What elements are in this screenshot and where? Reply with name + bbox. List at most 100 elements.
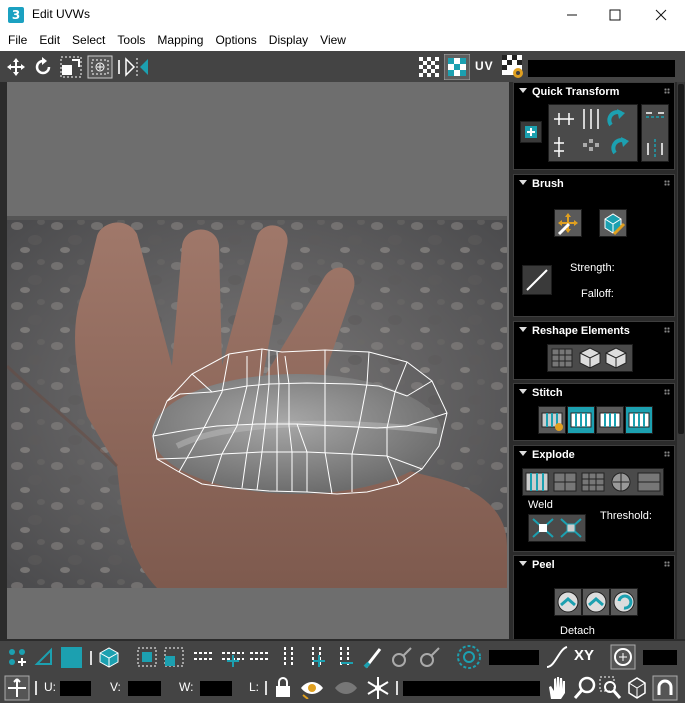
stitch-to-target-button[interactable] <box>567 406 595 434</box>
absolute-offset-icon[interactable] <box>4 675 30 701</box>
uv-space-dropdown[interactable] <box>528 60 675 77</box>
close-icon <box>655 9 667 21</box>
grow-selection-icon[interactable] <box>135 645 159 669</box>
checker-toggle-icon[interactable] <box>444 54 470 80</box>
grip-icon[interactable] <box>664 451 670 457</box>
peel-mode-button[interactable] <box>582 588 610 616</box>
edge-loop-shrink-icon[interactable] <box>248 649 272 665</box>
rollout-title: Quick Transform <box>532 86 620 98</box>
soft-selection-icon[interactable] <box>456 644 482 670</box>
grip-icon[interactable] <box>664 389 670 395</box>
u-field[interactable] <box>60 681 91 696</box>
align-to-center-button[interactable] <box>520 121 542 143</box>
menu-options[interactable]: Options <box>209 30 262 51</box>
falloff-curve-button[interactable] <box>522 265 552 295</box>
scale-icon[interactable] <box>59 55 83 79</box>
toolbar-divider <box>90 651 92 665</box>
menu-display[interactable]: Display <box>263 30 314 51</box>
close-button[interactable] <box>638 0 684 30</box>
edge-loop-icon[interactable] <box>192 649 216 665</box>
edge-ring-shrink-icon[interactable] <box>336 645 358 669</box>
bottom-toolbar-coordinates: U: V: W: L: <box>0 672 685 703</box>
edge-distance-field[interactable] <box>643 650 677 665</box>
texture-settings-icon[interactable] <box>501 54 525 80</box>
minimize-button[interactable] <box>549 0 595 30</box>
stitch-to-source-button[interactable] <box>625 406 653 434</box>
w-field[interactable] <box>200 681 232 696</box>
menu-file[interactable]: File <box>0 30 33 51</box>
relax-brush-button[interactable] <box>599 209 627 237</box>
v-field[interactable] <box>128 681 161 696</box>
checker-icon[interactable] <box>417 55 441 79</box>
freeform-icon[interactable] <box>87 55 113 79</box>
stitch-gear-icon <box>541 412 563 431</box>
falloff-type-icon[interactable] <box>545 645 569 669</box>
grip-icon[interactable] <box>664 180 670 186</box>
menu-bar: File Edit Select Tools Mapping Options D… <box>0 30 685 51</box>
zoom-region-icon[interactable] <box>598 675 622 701</box>
freeze-icon[interactable] <box>365 675 391 701</box>
grip-icon[interactable] <box>664 88 670 94</box>
edge-loop-grow-icon[interactable] <box>220 645 246 669</box>
limit-soft-selection-icon[interactable] <box>610 644 636 670</box>
collapse-arrow-icon[interactable] <box>519 561 527 566</box>
reshape-button-group <box>547 344 633 372</box>
element-select-icon[interactable] <box>97 645 121 669</box>
paint-grow-icon[interactable] <box>390 645 414 669</box>
reset-peel-button[interactable] <box>610 588 638 616</box>
grip-icon[interactable] <box>664 327 670 333</box>
menu-select[interactable]: Select <box>66 30 111 51</box>
maximize-icon <box>609 9 621 21</box>
zoom-icon[interactable] <box>572 675 598 701</box>
collapse-arrow-icon[interactable] <box>519 451 527 456</box>
paint-shrink-icon[interactable] <box>418 645 442 669</box>
stitch-custom-button[interactable] <box>538 406 566 434</box>
weld-label: Weld <box>528 499 553 511</box>
soft-selection-value[interactable] <box>489 650 539 665</box>
hide-eye-icon[interactable] <box>299 677 325 699</box>
shrink-selection-icon[interactable] <box>162 645 186 669</box>
rollout-title: Stitch <box>532 387 563 399</box>
vertex-select-icon[interactable] <box>4 644 30 670</box>
edge-ring-grow-icon[interactable] <box>308 645 330 669</box>
collapse-arrow-icon[interactable] <box>519 389 527 394</box>
show-eye-icon[interactable] <box>333 677 359 699</box>
collapse-arrow-icon[interactable] <box>519 327 527 332</box>
menu-edit[interactable]: Edit <box>33 30 66 51</box>
lock-icon[interactable] <box>273 676 293 700</box>
rotate-icon[interactable] <box>32 56 54 78</box>
polygon-select-icon[interactable] <box>61 647 82 668</box>
move-icon[interactable] <box>5 56 27 78</box>
scrollbar-thumb[interactable] <box>678 84 684 434</box>
zoom-extents-icon[interactable] <box>625 675 649 701</box>
paint-select-icon[interactable] <box>362 645 386 669</box>
mirror-icon[interactable] <box>124 56 150 78</box>
selection-info-field[interactable] <box>403 681 540 696</box>
stitch-target-icon <box>570 412 592 428</box>
menu-mapping[interactable]: Mapping <box>151 30 209 51</box>
grip-icon[interactable] <box>664 561 670 567</box>
uv-viewport[interactable] <box>7 82 509 639</box>
bottom-toolbar-selection: XY <box>0 641 685 672</box>
pan-hand-icon[interactable] <box>545 675 569 701</box>
quick-peel-button[interactable] <box>554 588 582 616</box>
top-toolbar: UV <box>0 51 685 82</box>
l-label: L: <box>249 680 260 694</box>
paint-move-button[interactable] <box>554 209 582 237</box>
collapse-arrow-icon[interactable] <box>519 180 527 185</box>
peel-quick-icon <box>557 591 579 613</box>
stitch-average-button[interactable] <box>596 406 624 434</box>
collapse-arrow-icon[interactable] <box>519 88 527 93</box>
snap-icon[interactable] <box>652 675 678 701</box>
explode-button-group <box>522 468 664 496</box>
edge-ring-icon[interactable] <box>280 645 298 669</box>
reshape-icons <box>551 347 627 369</box>
edge-select-icon[interactable] <box>33 646 55 668</box>
menu-tools[interactable]: Tools <box>111 30 151 51</box>
menu-view[interactable]: View <box>314 30 352 51</box>
w-label: W: <box>179 680 194 694</box>
falloff-curve-icon <box>526 269 548 291</box>
spacing-icons <box>646 112 664 157</box>
maximize-button[interactable] <box>592 0 638 30</box>
xy-label[interactable]: XY <box>574 647 594 664</box>
